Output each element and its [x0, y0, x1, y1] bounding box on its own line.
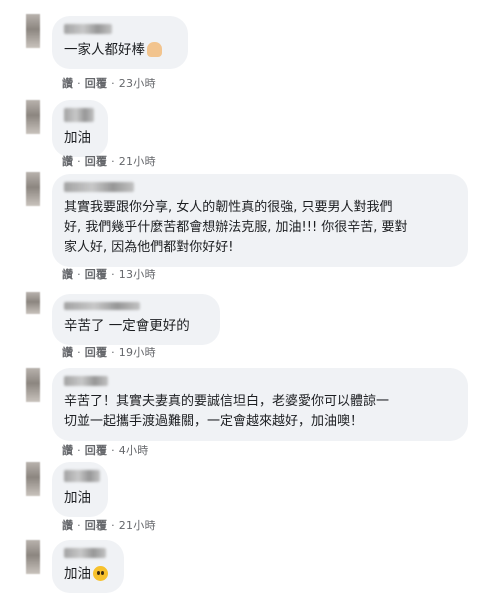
timestamp[interactable]: 19小時 — [119, 346, 156, 359]
author-name-blurred[interactable] — [64, 470, 100, 482]
comment-text: 加油 — [64, 564, 112, 584]
like-button[interactable]: 讚 — [62, 519, 73, 532]
reply-button[interactable]: 回覆 — [85, 155, 108, 168]
like-button[interactable]: 讚 — [62, 77, 73, 90]
like-button[interactable]: 讚 — [62, 444, 73, 457]
reply-button[interactable]: 回覆 — [85, 444, 108, 457]
reply-button[interactable]: 回覆 — [85, 519, 108, 532]
comment-text: 加油 — [64, 130, 91, 146]
timestamp[interactable]: 21小時 — [119, 519, 156, 532]
like-button[interactable]: 讚 — [62, 346, 73, 359]
comment-meta: 讚 · 回覆 · 21小時 — [62, 155, 156, 168]
author-name-blurred[interactable] — [64, 376, 108, 386]
comment-meta: 讚 · 回覆 · 21小時 — [62, 519, 156, 532]
author-name-blurred[interactable] — [64, 548, 106, 558]
avatar[interactable] — [26, 368, 40, 402]
timestamp[interactable]: 13小時 — [119, 268, 156, 281]
avatar[interactable] — [26, 462, 40, 496]
avatar[interactable] — [26, 172, 40, 206]
author-name-blurred[interactable] — [64, 24, 112, 34]
comment-bubble: 其實我要跟你分享, 女人的韌性真的很強, 只要男人對我們 好, 我們幾乎什麼苦都… — [52, 174, 468, 267]
timestamp[interactable]: 21小時 — [119, 155, 156, 168]
reply-button[interactable]: 回覆 — [85, 268, 108, 281]
avatar[interactable] — [26, 292, 40, 314]
author-name-blurred[interactable] — [64, 108, 94, 122]
reply-button[interactable]: 回覆 — [85, 346, 108, 359]
comment-meta: 讚 · 回覆 · 13小時 — [62, 268, 156, 281]
comment-text: 辛苦了 一定會更好的 — [64, 318, 190, 334]
avatar[interactable] — [26, 14, 40, 48]
avatar[interactable] — [26, 100, 40, 134]
comment-text: 辛苦了！其實夫妻真的要誠信坦白，老婆愛你可以體諒一 切並一起攜手渡過難關，一定會… — [64, 394, 390, 429]
comment-text: 加油 — [64, 490, 91, 506]
timestamp[interactable]: 23小時 — [119, 77, 156, 90]
comment-meta: 讚 · 回覆 · 4小時 — [62, 444, 149, 457]
comment-bubble: 加油 — [52, 462, 108, 517]
face-emoji-icon — [93, 566, 108, 581]
comment-meta: 讚 · 回覆 · 23小時 — [62, 77, 156, 90]
author-name-blurred[interactable] — [64, 302, 140, 310]
comment-bubble: 辛苦了！其實夫妻真的要誠信坦白，老婆愛你可以體諒一 切並一起攜手渡過難關，一定會… — [52, 368, 468, 441]
comment-meta: 讚 · 回覆 · 19小時 — [62, 346, 156, 359]
comment-bubble: 加油 — [52, 100, 108, 157]
like-button[interactable]: 讚 — [62, 268, 73, 281]
avatar[interactable] — [26, 540, 40, 574]
comment-bubble: 加油 — [52, 540, 124, 593]
thumbs-up-icon — [147, 42, 162, 57]
comment-bubble: 一家人都好棒 — [52, 16, 188, 69]
like-button[interactable]: 讚 — [62, 155, 73, 168]
author-name-blurred[interactable] — [64, 182, 134, 192]
comment-text: 一家人都好棒 — [64, 40, 176, 60]
reply-button[interactable]: 回覆 — [85, 77, 108, 90]
comment-text: 其實我要跟你分享, 女人的韌性真的很強, 只要男人對我們 好, 我們幾乎什麼苦都… — [64, 200, 408, 255]
timestamp[interactable]: 4小時 — [119, 444, 149, 457]
comment-bubble: 辛苦了 一定會更好的 — [52, 294, 220, 345]
